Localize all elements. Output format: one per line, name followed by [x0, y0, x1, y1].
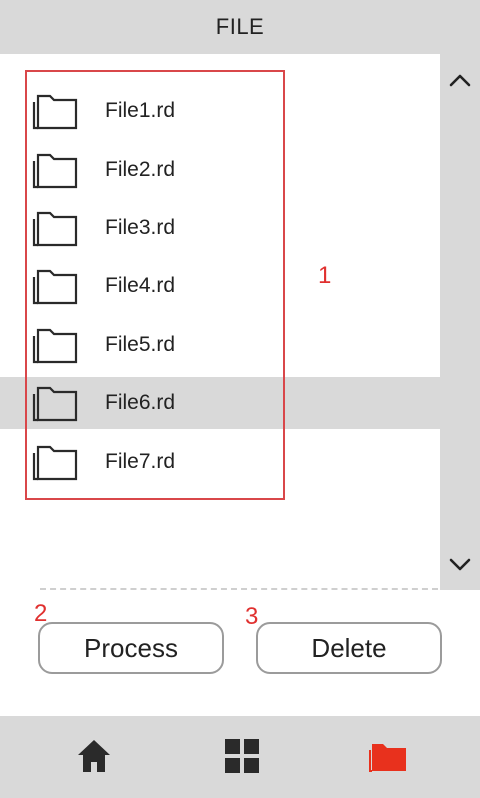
- bottom-nav: [0, 716, 480, 798]
- annotation-label-delete: 3: [245, 603, 259, 630]
- delete-button[interactable]: Delete: [256, 622, 442, 674]
- folder-icon[interactable]: [369, 736, 409, 776]
- divider: [40, 588, 438, 590]
- chevron-down-icon[interactable]: [440, 549, 480, 579]
- chevron-up-icon[interactable]: [440, 66, 480, 96]
- header-bar: FILE: [0, 0, 480, 54]
- annotation-label-list: 1: [318, 262, 332, 289]
- scrollbar[interactable]: [440, 54, 480, 590]
- grid-icon[interactable]: [222, 736, 262, 776]
- page-title: FILE: [215, 14, 265, 39]
- home-icon[interactable]: [74, 736, 114, 776]
- annotation-box: [25, 70, 285, 500]
- process-button[interactable]: Process: [38, 622, 224, 674]
